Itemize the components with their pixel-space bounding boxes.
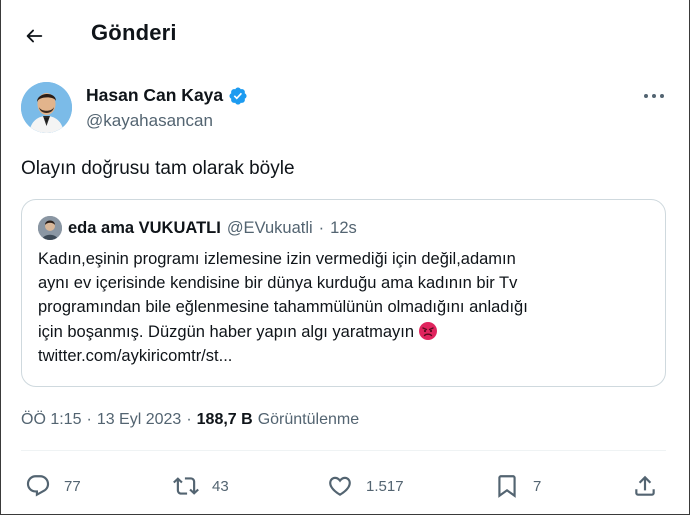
quoted-text-line: aynı ev içerisinde kendisine bir dünya k…: [38, 274, 518, 293]
avatar-portrait-icon: [21, 82, 72, 133]
quoted-tweet-header: eda ama VUKUATLI @EVukuatli · 12s: [38, 216, 357, 240]
heart-icon: [329, 476, 351, 496]
quoted-author-name: eda ama VUKUATLI: [68, 218, 221, 237]
like-count: 1.517: [366, 477, 404, 495]
retweet-count: 43: [212, 477, 229, 495]
action-bar: 77 43 1.517 7: [0, 468, 690, 504]
page-title: Gönderi: [91, 20, 177, 45]
tweet-author: Hasan Can Kaya @kayahasancan: [21, 82, 671, 138]
divider: [21, 450, 666, 451]
retweet-icon: [173, 477, 199, 495]
bookmark-icon: [498, 475, 516, 498]
arrow-left-icon: [26, 29, 43, 43]
share-icon: [635, 475, 655, 496]
quoted-text-line: için boşanmış. Düzgün haber yapın algı y…: [38, 322, 415, 341]
quoted-time: 12s: [330, 218, 357, 237]
more-horizontal-icon: [644, 94, 664, 98]
author-name-row: Hasan Can Kaya: [86, 85, 248, 106]
quoted-avatar: [38, 216, 62, 240]
like-button[interactable]: 1.517: [327, 468, 404, 504]
quoted-text-line: Kadın,eşinin programı izlemesine izin ve…: [38, 250, 516, 268]
quoted-separator: ·: [318, 218, 325, 237]
reply-button[interactable]: 77: [25, 468, 81, 504]
view-label: Görüntülenme: [257, 411, 360, 428]
quoted-text-line-with-emoji: için boşanmış. Düzgün haber yapın algı y…: [38, 320, 653, 344]
verified-badge-icon[interactable]: [228, 86, 248, 106]
meta-separator: ·: [186, 411, 192, 428]
quoted-text-line: programından bile eğlenmesine tahammülün…: [38, 298, 528, 317]
bookmark-count: 7: [533, 477, 542, 495]
quoted-link[interactable]: twitter.com/aykiricomtr/st...: [38, 344, 653, 368]
author-handle[interactable]: @kayahasancan: [86, 111, 213, 131]
tweet-text: Olayın doğrusu tam olarak böyle: [21, 158, 295, 179]
page-header: Gönderi: [0, 0, 690, 72]
post-time[interactable]: ÖÖ 1:15: [21, 411, 81, 429]
meta-separator: ·: [86, 411, 92, 428]
share-button[interactable]: [632, 468, 658, 504]
view-count: 188,7 B: [196, 411, 253, 428]
reply-count: 77: [64, 477, 81, 495]
author-name[interactable]: Hasan Can Kaya: [86, 85, 223, 106]
tweet-meta: ÖÖ 1:15 · 13 Eyl 2023 · 188,7 B Görüntül…: [21, 411, 359, 429]
avatar[interactable]: [21, 82, 72, 133]
quoted-author-handle: @EVukuatli: [226, 218, 313, 237]
retweet-button[interactable]: 43: [173, 468, 229, 504]
quoted-avatar-portrait-icon: [38, 216, 62, 240]
quoted-tweet[interactable]: eda ama VUKUATLI @EVukuatli · 12s Kadın,…: [21, 199, 666, 387]
reply-icon: [26, 475, 50, 497]
more-options-button[interactable]: [641, 86, 667, 106]
angry-face-icon: [418, 321, 438, 341]
quoted-tweet-text: Kadın,eşinin programı izlemesine izin ve…: [38, 247, 653, 368]
back-button[interactable]: [20, 22, 48, 50]
bookmark-button[interactable]: 7: [494, 468, 541, 504]
post-date[interactable]: 13 Eyl 2023: [97, 411, 182, 429]
